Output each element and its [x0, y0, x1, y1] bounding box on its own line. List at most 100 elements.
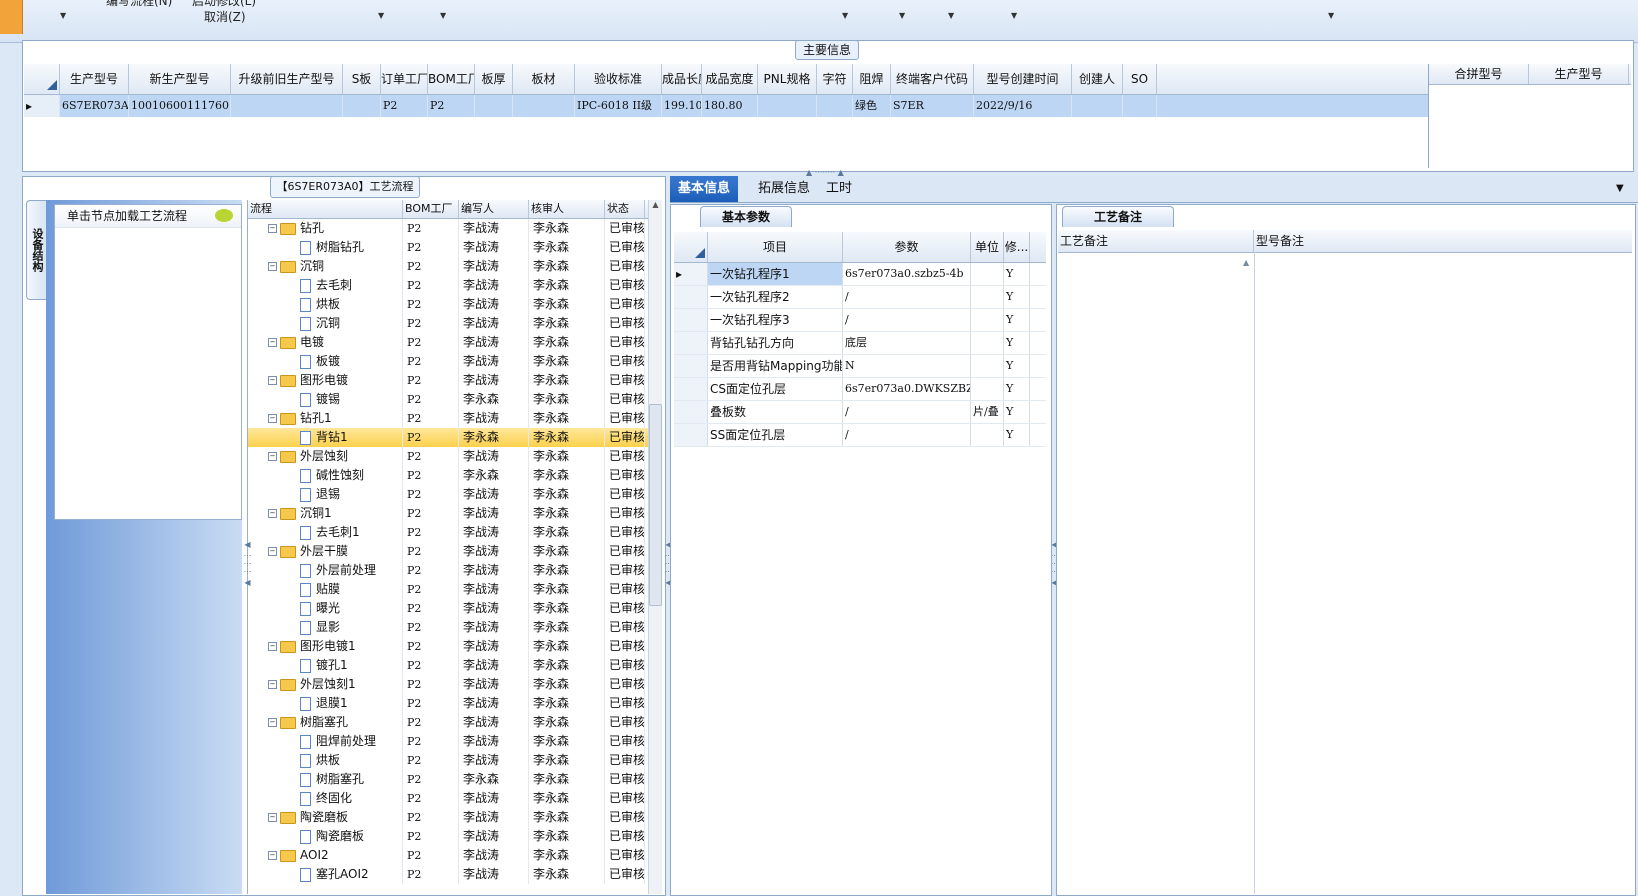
table-row[interactable]: − 图形电镀 P2 李战涛 李永森 已审核 — [248, 371, 648, 390]
process-reviewer-cell[interactable]: 李永森 — [529, 371, 605, 390]
process-reviewer-cell[interactable]: 李永森 — [529, 580, 605, 599]
process-bom-cell[interactable]: P2 — [403, 865, 459, 884]
table-row[interactable]: 镀锡 P2 李永森 李永森 已审核 — [248, 390, 648, 409]
process-bom-cell[interactable]: P2 — [403, 257, 459, 276]
table-row[interactable]: 贴膜 P2 李战涛 李永森 已审核 — [248, 580, 648, 599]
process-status-cell[interactable]: 已审核 — [605, 371, 645, 390]
process-reviewer-cell[interactable]: 李永森 — [529, 428, 605, 447]
main-col-header[interactable]: BOM工厂 — [428, 64, 475, 94]
table-row[interactable]: 显影 P2 李战涛 李永森 已审核 — [248, 618, 648, 637]
process-writer-cell[interactable]: 李战涛 — [459, 827, 529, 846]
process-bom-cell[interactable]: P2 — [403, 827, 459, 846]
main-cell[interactable]: 180.80 — [702, 95, 758, 117]
main-cell[interactable] — [1123, 95, 1157, 117]
process-bom-cell[interactable]: P2 — [403, 599, 459, 618]
process-status-cell[interactable]: 已审核 — [605, 675, 645, 694]
process-bom-cell[interactable]: P2 — [403, 846, 459, 865]
process-name-cell[interactable]: 曝光 — [248, 599, 403, 618]
table-row[interactable]: 去毛刺1 P2 李战涛 李永森 已审核 — [248, 523, 648, 542]
param-param-cell[interactable]: / — [843, 309, 971, 331]
process-writer-cell[interactable]: 李战涛 — [459, 504, 529, 523]
process-name-cell[interactable]: 陶瓷磨板 — [248, 827, 403, 846]
process-status-cell[interactable]: 已审核 — [605, 523, 645, 542]
process-writer-cell[interactable]: 李战涛 — [459, 447, 529, 466]
process-bom-cell[interactable]: P2 — [403, 808, 459, 827]
param-item-cell[interactable]: 叠板数 — [708, 401, 843, 423]
process-name-cell[interactable]: − 图形电镀 — [248, 371, 403, 390]
main-col-header[interactable]: 阻焊 — [853, 64, 891, 94]
process-status-cell[interactable]: 已审核 — [605, 846, 645, 865]
param-param-cell[interactable]: N — [843, 355, 971, 377]
process-bom-cell[interactable]: P2 — [403, 314, 459, 333]
param-item-cell[interactable]: SS面定位孔层 — [708, 424, 843, 446]
dropdown-caret-icon[interactable]: ▼ — [842, 11, 848, 20]
process-name-cell[interactable]: 贴膜 — [248, 580, 403, 599]
process-status-cell[interactable]: 已审核 — [605, 504, 645, 523]
process-reviewer-cell[interactable]: 李永森 — [529, 390, 605, 409]
param-param-cell[interactable]: / — [843, 286, 971, 308]
scroll-up-icon[interactable]: ▲ — [649, 200, 662, 209]
process-bom-cell[interactable]: P2 — [403, 371, 459, 390]
param-item-cell[interactable]: 背钻孔钻孔方向 — [708, 332, 843, 354]
process-status-cell[interactable]: 已审核 — [605, 770, 645, 789]
table-row[interactable]: − 陶瓷磨板 P2 李战涛 李永森 已审核 — [248, 808, 648, 827]
process-status-cell[interactable]: 已审核 — [605, 751, 645, 770]
table-row[interactable]: 背钻孔钻孔方向 底层 Y — [674, 332, 1046, 355]
process-writer-cell[interactable]: 李战涛 — [459, 846, 529, 865]
process-col-header[interactable]: 流程 — [248, 200, 403, 218]
tab-extended-info[interactable]: 拓展信息 — [750, 176, 818, 202]
process-status-cell[interactable]: 已审核 — [605, 257, 645, 276]
row-indicator-icon[interactable] — [674, 355, 708, 377]
process-writer-cell[interactable]: 李战涛 — [459, 371, 529, 390]
grid-corner[interactable] — [674, 232, 708, 262]
process-name-cell[interactable]: 退膜1 — [248, 694, 403, 713]
process-status-cell[interactable]: 已审核 — [605, 732, 645, 751]
process-writer-cell[interactable]: 李战涛 — [459, 542, 529, 561]
process-reviewer-cell[interactable]: 李永森 — [529, 561, 605, 580]
process-bom-cell[interactable]: P2 — [403, 428, 459, 447]
param-item-cell[interactable]: 是否用背钻Mapping功能 — [708, 355, 843, 377]
main-col-header[interactable]: S板 — [343, 64, 381, 94]
process-bom-cell[interactable]: P2 — [403, 219, 459, 238]
main-col-header[interactable]: 创建人 — [1072, 64, 1123, 94]
collapse-icon[interactable]: − — [268, 642, 277, 651]
process-name-cell[interactable]: 塞孔AOI2 — [248, 865, 403, 884]
main-cell[interactable] — [1072, 95, 1123, 117]
process-name-cell[interactable]: 显影 — [248, 618, 403, 637]
process-reviewer-cell[interactable]: 李永森 — [529, 447, 605, 466]
process-writer-cell[interactable]: 李战涛 — [459, 865, 529, 884]
process-name-cell[interactable]: − 外层蚀刻1 — [248, 675, 403, 694]
process-status-cell[interactable]: 已审核 — [605, 238, 645, 257]
process-name-cell[interactable]: − 外层干膜 — [248, 542, 403, 561]
main-col-header[interactable]: 升级前旧生产型号 — [231, 64, 343, 94]
param-unit-cell[interactable] — [971, 378, 1004, 400]
table-row[interactable]: 是否用背钻Mapping功能 N Y — [674, 355, 1046, 378]
collapse-icon[interactable]: − — [268, 338, 277, 347]
process-reviewer-cell[interactable]: 李永森 — [529, 257, 605, 276]
process-reviewer-cell[interactable]: 李永森 — [529, 789, 605, 808]
param-unit-cell[interactable] — [971, 309, 1004, 331]
param-mod-cell[interactable]: Y — [1004, 424, 1030, 446]
process-name-cell[interactable]: 镀孔1 — [248, 656, 403, 675]
process-status-cell[interactable]: 已审核 — [605, 561, 645, 580]
dropdown-caret-icon[interactable]: ▼ — [1328, 11, 1334, 20]
process-name-cell[interactable]: − 沉铜1 — [248, 504, 403, 523]
table-row[interactable]: 烘板 P2 李战涛 李永森 已审核 — [248, 295, 648, 314]
table-row[interactable]: − 图形电镀1 P2 李战涛 李永森 已审核 — [248, 637, 648, 656]
table-row[interactable]: 退锡 P2 李战涛 李永森 已审核 — [248, 485, 648, 504]
collapse-icon[interactable]: − — [268, 813, 277, 822]
menu-cancel[interactable]: 取消(Z) — [204, 8, 246, 25]
table-row[interactable]: 退膜1 P2 李战涛 李永森 已审核 — [248, 694, 648, 713]
process-name-cell[interactable]: − 钻孔1 — [248, 409, 403, 428]
process-name-cell[interactable]: 去毛刺1 — [248, 523, 403, 542]
process-name-cell[interactable]: 沉铜 — [248, 314, 403, 333]
process-status-cell[interactable]: 已审核 — [605, 352, 645, 371]
process-name-cell[interactable]: 去毛刺 — [248, 276, 403, 295]
process-writer-cell[interactable]: 李永森 — [459, 428, 529, 447]
table-row[interactable]: 树脂塞孔 P2 李永森 李永森 已审核 — [248, 770, 648, 789]
process-status-cell[interactable]: 已审核 — [605, 789, 645, 808]
tab-work-hours[interactable]: 工时 — [818, 176, 860, 202]
tab-menu-caret-icon[interactable]: ▼ — [1608, 176, 1632, 202]
process-bom-cell[interactable]: P2 — [403, 713, 459, 732]
process-status-cell[interactable]: 已审核 — [605, 409, 645, 428]
